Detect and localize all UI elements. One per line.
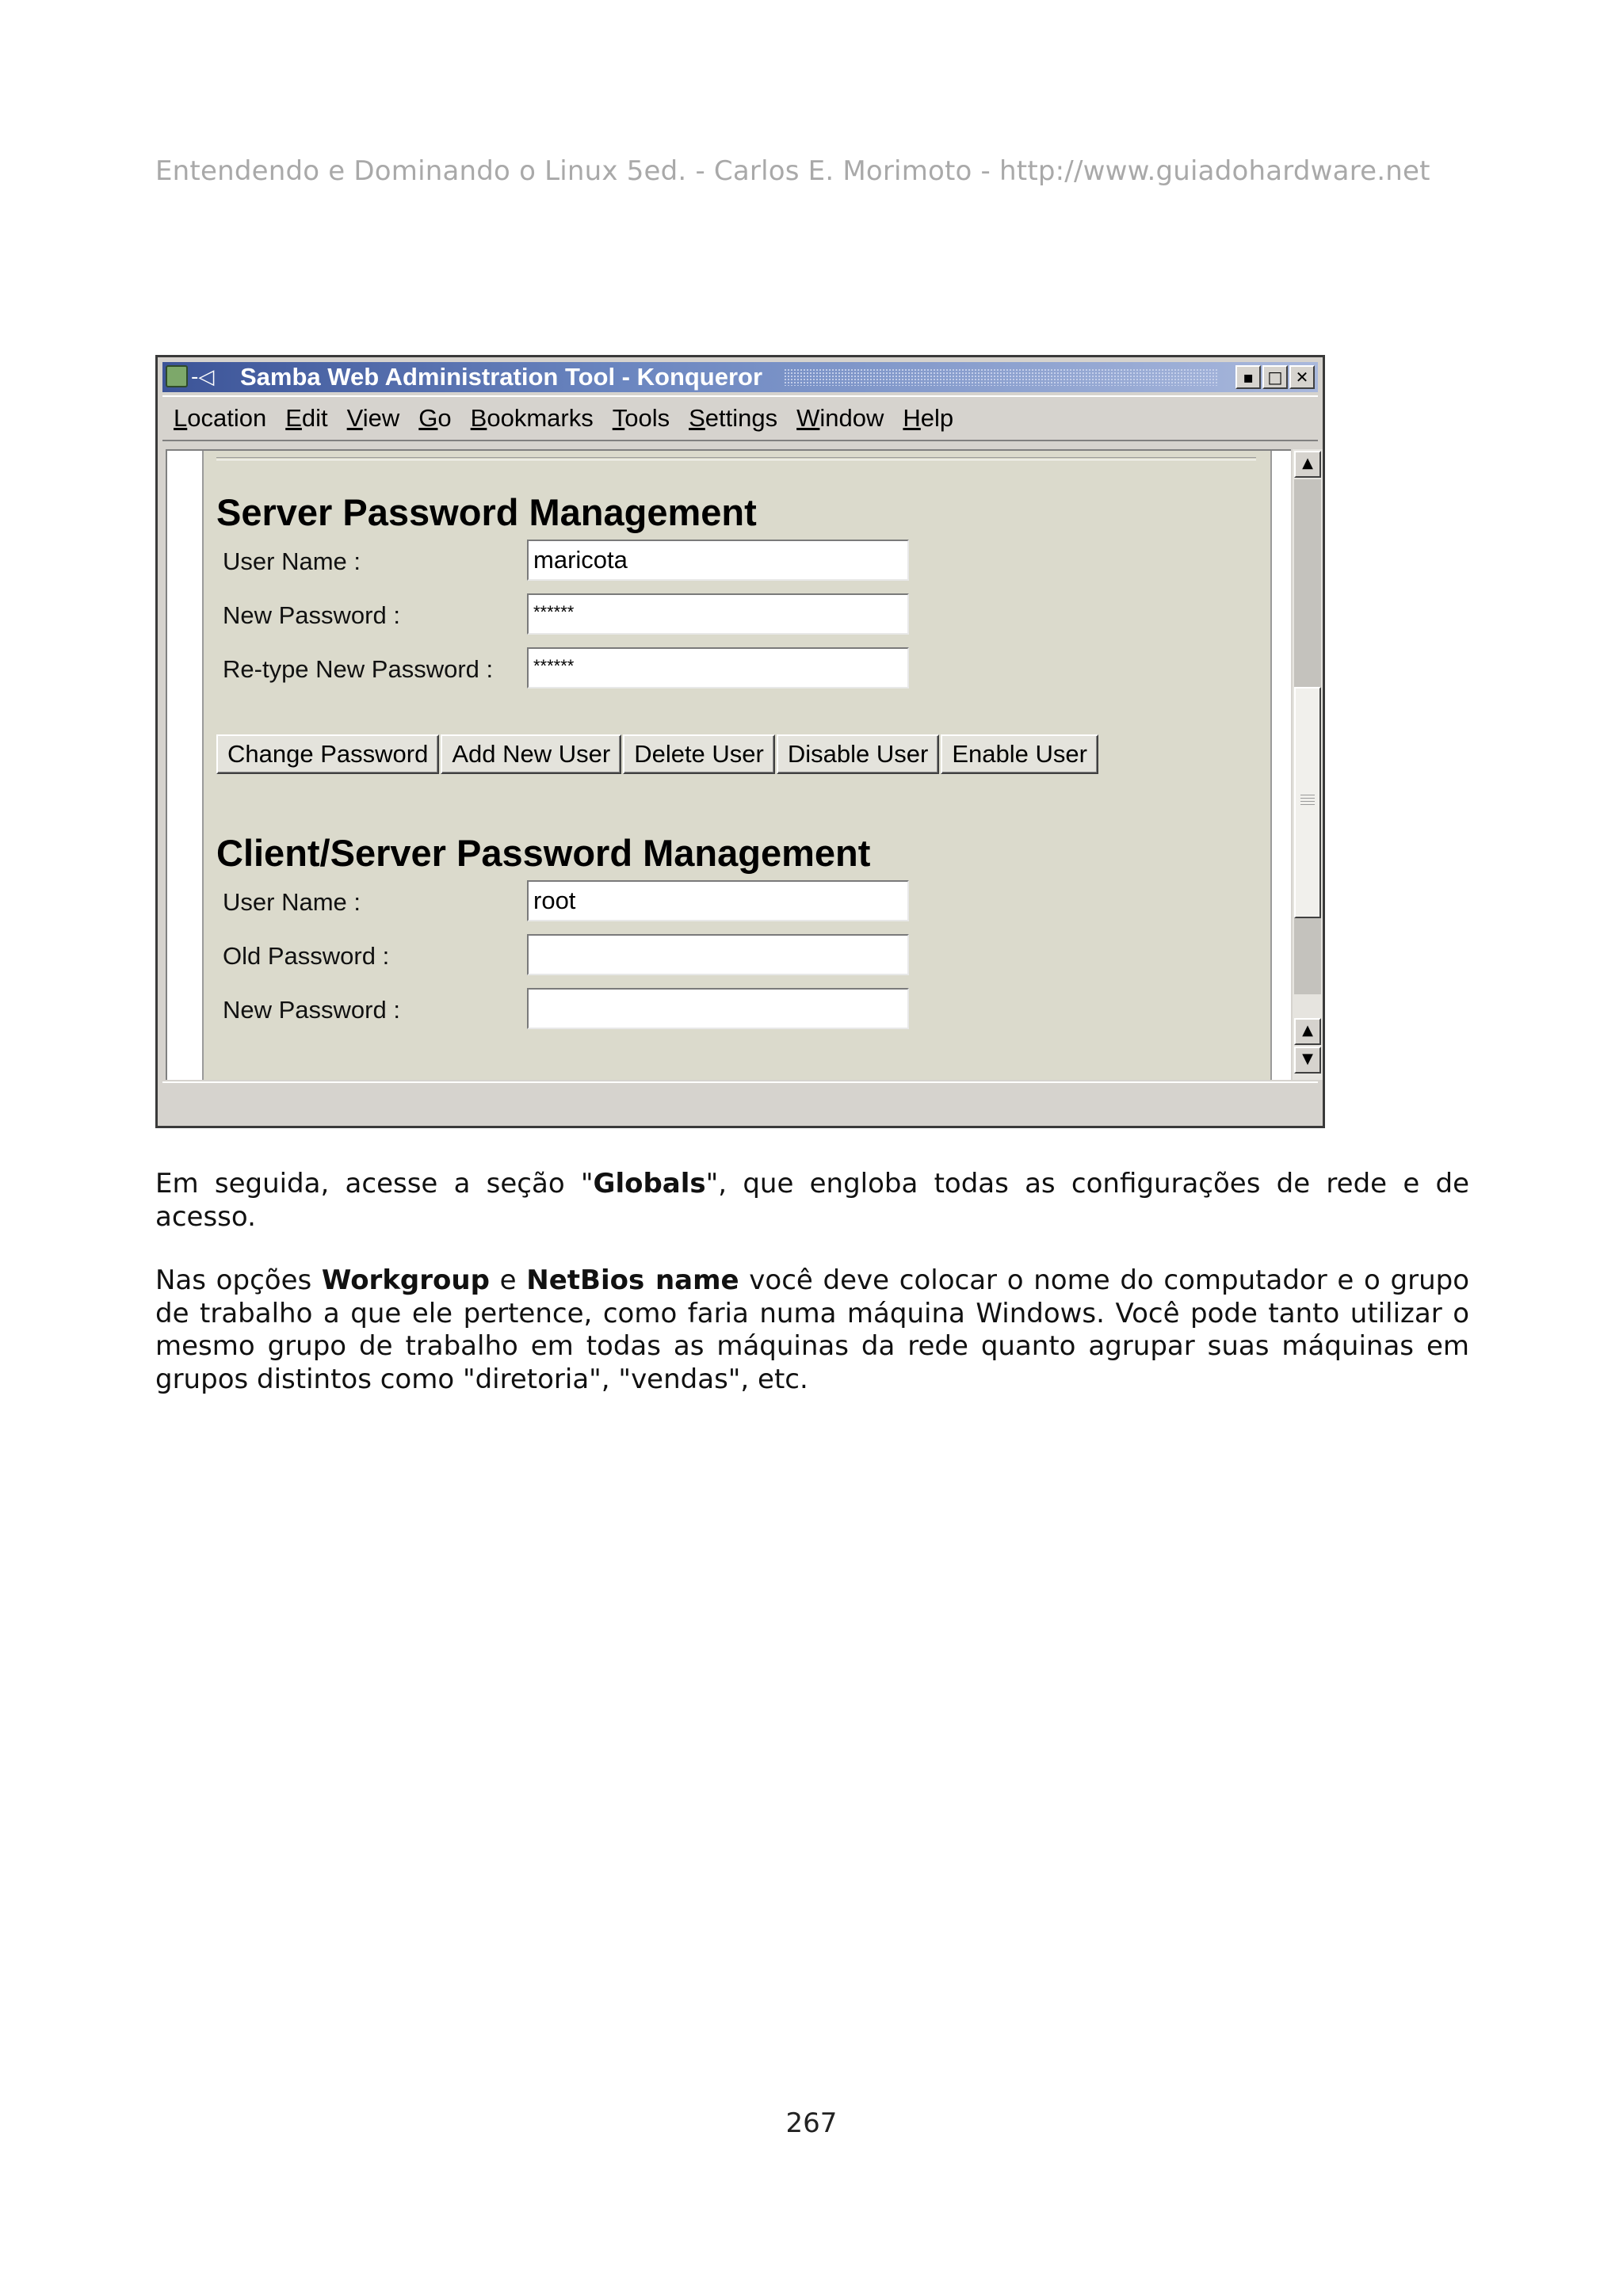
scroll-down-button[interactable]: ▼ xyxy=(1294,1047,1321,1074)
maximize-button[interactable]: □ xyxy=(1262,365,1288,389)
sidebar-strip xyxy=(167,451,204,1080)
server-new-password-input[interactable] xyxy=(527,593,909,635)
maximize-icon: □ xyxy=(1267,368,1283,387)
running-header: Entendendo e Dominando o Linux 5ed. - Ca… xyxy=(155,155,1430,187)
client-server-password-title: Client/Server Password Management xyxy=(216,832,871,874)
paragraph-globals: Em seguida, acesse a seção "Globals", qu… xyxy=(155,1168,1470,1233)
scroll-up-arrow-icon: ▲ xyxy=(1302,1022,1313,1039)
konqueror-window: -◁ Samba Web Administration Tool - Konqu… xyxy=(155,355,1325,1128)
konqueror-app-icon[interactable] xyxy=(166,365,188,387)
menu-settings[interactable]: Settings xyxy=(689,404,777,433)
client-new-password-input[interactable] xyxy=(527,988,909,1029)
web-content-area: Server Password Management User Name : N… xyxy=(166,449,1291,1080)
scroll-down-arrow-icon: ▼ xyxy=(1302,1051,1313,1067)
add-new-user-button[interactable]: Add New User xyxy=(441,734,622,774)
minimize-button[interactable]: ▪ xyxy=(1235,365,1261,389)
window-title: Samba Web Administration Tool - Konquero… xyxy=(240,363,763,391)
scroll-up-button[interactable]: ▲ xyxy=(1294,451,1321,478)
change-password-button[interactable]: Change Password xyxy=(216,734,440,774)
enable-user-button[interactable]: Enable User xyxy=(941,734,1098,774)
scrollbar-thumb[interactable] xyxy=(1294,687,1321,918)
server-retype-password-input[interactable] xyxy=(527,647,909,688)
client-username-label: User Name : xyxy=(223,888,361,916)
server-password-title: Server Password Management xyxy=(216,491,757,533)
menu-tools[interactable]: Tools xyxy=(613,404,670,433)
disable-user-button[interactable]: Disable User xyxy=(776,734,940,774)
vertical-scrollbar[interactable]: ▲ ▲ ▼ xyxy=(1293,449,1323,1080)
client-username-input[interactable] xyxy=(527,880,909,921)
thumb-grip-icon xyxy=(1300,795,1315,806)
server-username-label: User Name : xyxy=(223,547,361,575)
menu-bar: Location Edit View Go Bookmarks Tools Se… xyxy=(162,395,1318,441)
server-retype-password-label: Re-type New Password : xyxy=(223,655,494,683)
close-button[interactable]: ✕ xyxy=(1289,365,1315,389)
titlebar-grip xyxy=(784,368,1218,386)
delete-user-button[interactable]: Delete User xyxy=(623,734,775,774)
menu-location[interactable]: Location xyxy=(174,404,266,433)
content-right-margin xyxy=(1270,451,1291,1080)
server-new-password-label: New Password : xyxy=(223,601,400,629)
close-icon: ✕ xyxy=(1295,368,1309,387)
minimize-icon: ▪ xyxy=(1243,368,1254,387)
menu-edit[interactable]: Edit xyxy=(285,404,327,433)
menu-bookmarks[interactable]: Bookmarks xyxy=(471,404,594,433)
server-username-input[interactable] xyxy=(527,540,909,581)
client-new-password-label: New Password : xyxy=(223,996,400,1024)
menu-view[interactable]: View xyxy=(347,404,400,433)
scroll-up-button-lower[interactable]: ▲ xyxy=(1294,1018,1321,1045)
menu-window[interactable]: Window xyxy=(796,404,884,433)
horizontal-rule xyxy=(216,457,1256,460)
menu-help[interactable]: Help xyxy=(903,404,953,433)
sticky-pin-icon[interactable]: -◁ xyxy=(191,365,214,389)
scroll-up-arrow-icon: ▲ xyxy=(1302,455,1313,471)
page-number: 267 xyxy=(785,2107,838,2139)
paragraph-workgroup: Nas opções Workgroup e NetBios name você… xyxy=(155,1264,1470,1395)
menu-go[interactable]: Go xyxy=(418,404,451,433)
window-titlebar[interactable]: -◁ Samba Web Administration Tool - Konqu… xyxy=(162,362,1318,392)
client-old-password-input[interactable] xyxy=(527,934,909,975)
server-action-buttons: Change Password Add New User Delete User… xyxy=(216,734,1100,774)
status-bar xyxy=(162,1081,1318,1121)
client-old-password-label: Old Password : xyxy=(223,942,390,970)
